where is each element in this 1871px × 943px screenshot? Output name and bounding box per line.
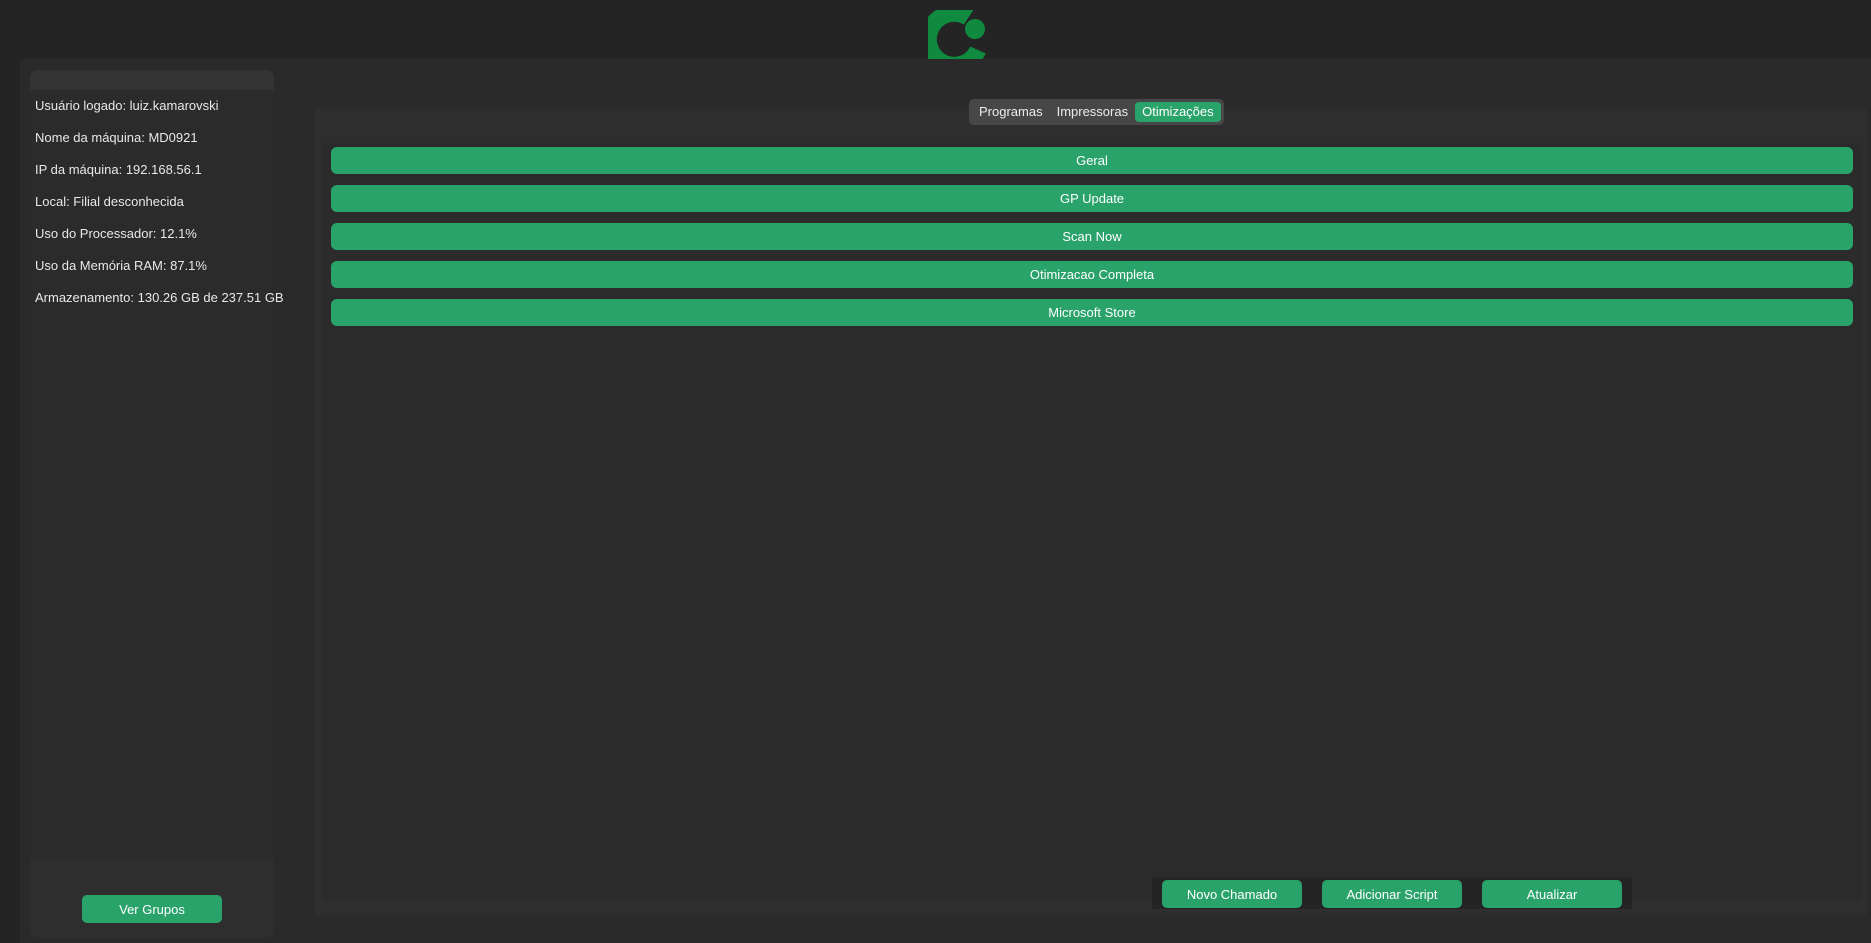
ver-grupos-button[interactable]: Ver Grupos xyxy=(82,895,222,923)
gp-update-button[interactable]: GP Update xyxy=(331,185,1853,212)
sidebar: Usuário logado: luiz.kamarovski Nome da … xyxy=(30,70,284,938)
tab-programas[interactable]: Programas xyxy=(972,102,1050,122)
cpu-usage-label: Uso do Processador: 12.1% xyxy=(35,226,197,241)
machine-info: Usuário logado: luiz.kamarovski Nome da … xyxy=(35,94,284,318)
ram-usage-label: Uso da Memória RAM: 87.1% xyxy=(35,258,207,273)
otimizacao-completa-button[interactable]: Otimizacao Completa xyxy=(331,261,1853,288)
geral-button[interactable]: Geral xyxy=(331,147,1853,174)
scan-now-button[interactable]: Scan Now xyxy=(331,223,1853,250)
action-bar: Novo Chamado Adicionar Script Atualizar xyxy=(1152,877,1632,909)
logged-user-label: Usuário logado: luiz.kamarovski xyxy=(35,98,219,113)
microsoft-store-button[interactable]: Microsoft Store xyxy=(331,299,1853,326)
tab-impressoras[interactable]: Impressoras xyxy=(1050,102,1136,122)
machine-name-label: Nome da máquina: MD0921 xyxy=(35,130,198,145)
location-label: Local: Filial desconhecida xyxy=(35,194,184,209)
storage-label: Armazenamento: 130.26 GB de 237.51 GB xyxy=(35,290,284,305)
machine-ip-label: IP da máquina: 192.168.56.1 xyxy=(35,162,202,177)
tab-selector: Programas Impressoras Otimizações xyxy=(969,99,1224,125)
novo-chamado-button[interactable]: Novo Chamado xyxy=(1162,880,1302,908)
tab-otimizacoes[interactable]: Otimizações xyxy=(1135,102,1221,122)
sidebar-footer: Ver Grupos xyxy=(30,860,274,938)
atualizar-button[interactable]: Atualizar xyxy=(1482,880,1622,908)
optimizations-panel: Geral GP Update Scan Now Otimizacao Comp… xyxy=(322,143,1861,900)
sidebar-header xyxy=(30,70,274,90)
adicionar-script-button[interactable]: Adicionar Script xyxy=(1322,880,1462,908)
